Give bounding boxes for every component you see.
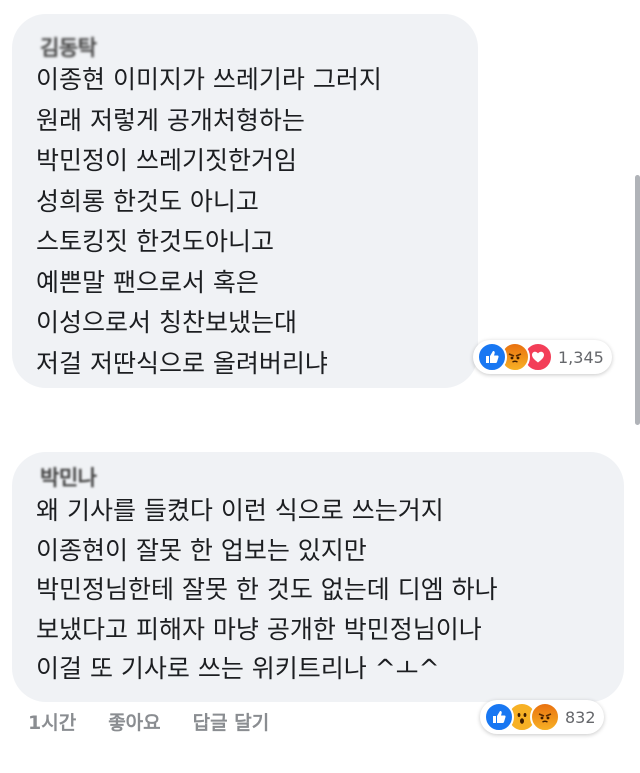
comment-line: 박민정이 쓰레기짓한거임 <box>36 146 297 175</box>
comment-text: 왜 기사를 들켰다 이런 식으로 쓰는거지 이종현이 잘못 한 업보는 있지만 … <box>36 491 498 689</box>
angry-icon <box>530 702 560 732</box>
reaction-count: 1,345 <box>558 347 604 367</box>
reply-button[interactable]: 답글 달기 <box>193 708 270 735</box>
timestamp[interactable]: 1시간 <box>28 708 76 735</box>
like-icon <box>477 342 507 372</box>
comment-line: 성희롱 한것도 아니고 <box>36 186 259 216</box>
comment-bubble: 박민나 왜 기사를 들켰다 이런 식으로 쓰는거지 이종현이 잘못 한 업보는 … <box>12 452 624 702</box>
comment-line: 이성으로서 칭찬보냈는대 <box>36 308 297 337</box>
comment-line: 저걸 저딴식으로 올려버리냐 <box>36 348 328 378</box>
like-button[interactable]: 좋아요 <box>108 708 160 735</box>
comment-line: 박민정님한테 잘못 한 것도 없는데 디엠 하나 <box>36 575 498 604</box>
comment-text: 이종현 이미지가 쓰레기라 그러지 원래 저렇게 공개처형하는 박민정이 쓰레기… <box>36 60 382 384</box>
reaction-count: 832 <box>565 707 596 727</box>
comment-line: 원래 저렇게 공개처형하는 <box>36 105 305 135</box>
comment-line: 이종현 이미지가 쓰레기라 그러지 <box>36 65 382 94</box>
comment-author[interactable]: 김동탁 <box>40 32 97 62</box>
comment-actions: 1시간 좋아요 답글 달기 <box>28 708 301 735</box>
reaction-summary[interactable]: 832 <box>480 700 604 734</box>
scrollbar-thumb[interactable] <box>635 175 640 425</box>
like-icon <box>484 702 514 732</box>
reaction-summary[interactable]: 1,345 <box>473 340 612 374</box>
comment-line: 왜 기사를 들켰다 이런 식으로 쓰는거지 <box>36 496 444 525</box>
comment-line: 이종현이 잘못 한 업보는 있지만 <box>36 535 367 565</box>
comment-line: 스토킹짓 한것도아니고 <box>36 227 274 256</box>
comment-line: 보냈다고 피해자 마냥 공개한 박민정님이나 <box>36 614 482 644</box>
comment-bubble: 김동탁 이종현 이미지가 쓰레기라 그러지 원래 저렇게 공개처형하는 박민정이… <box>12 14 478 388</box>
comment-line: 예쁜말 팬으로서 혹은 <box>36 267 259 297</box>
comment-line: 이걸 또 기사로 쓰는 위키트리나 ^ㅗ^ <box>36 654 440 683</box>
comment-author[interactable]: 박민나 <box>40 462 97 492</box>
